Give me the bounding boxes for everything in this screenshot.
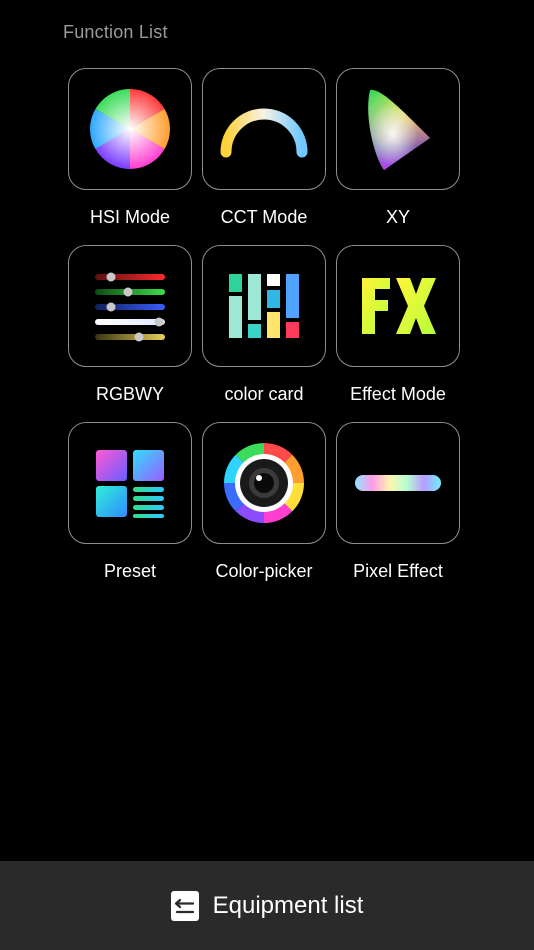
function-effect-mode[interactable]: Effect Mode bbox=[336, 245, 460, 422]
function-preset[interactable]: Preset bbox=[68, 422, 192, 599]
function-xy[interactable]: XY bbox=[336, 68, 460, 245]
function-tile[interactable] bbox=[68, 245, 192, 367]
pixel-strip-icon bbox=[355, 475, 441, 491]
rgbwy-sliders-icon bbox=[95, 272, 165, 342]
function-tile[interactable] bbox=[336, 245, 460, 367]
function-color-picker[interactable]: Color-picker bbox=[202, 422, 326, 599]
preset-grid-icon bbox=[96, 450, 164, 518]
function-tile[interactable] bbox=[336, 422, 460, 544]
function-tile[interactable] bbox=[336, 68, 460, 190]
function-tile[interactable] bbox=[68, 68, 192, 190]
function-tile[interactable] bbox=[202, 68, 326, 190]
fx-icon bbox=[362, 278, 436, 334]
function-rgbwy[interactable]: RGBWY bbox=[68, 245, 192, 422]
function-tile[interactable] bbox=[202, 245, 326, 367]
page-title: Function List bbox=[63, 22, 168, 42]
color-wheel-icon bbox=[90, 89, 170, 169]
color-temperature-arc-icon bbox=[220, 108, 308, 158]
function-tile[interactable] bbox=[68, 422, 192, 544]
color-picker-camera-icon bbox=[223, 443, 304, 523]
color-card-icon bbox=[229, 274, 299, 338]
function-label: XY bbox=[385, 207, 410, 227]
function-tile[interactable] bbox=[202, 422, 326, 544]
function-color-card[interactable]: color card bbox=[202, 245, 326, 422]
function-label: Effect Mode bbox=[350, 384, 446, 404]
equipment-list-label: Equipment list bbox=[212, 891, 364, 919]
list-return-icon bbox=[170, 890, 199, 921]
function-pixel-effect[interactable]: Pixel Effect bbox=[336, 422, 460, 599]
cie-gamut-icon bbox=[368, 89, 430, 170]
equipment-list-button[interactable]: Equipment list bbox=[0, 861, 534, 950]
function-hsi-mode[interactable]: HSI Mode bbox=[68, 68, 192, 245]
function-grid: HSI Mode CCT Mode XY RGBWY color card Ef… bbox=[68, 68, 462, 599]
function-cct-mode[interactable]: CCT Mode bbox=[202, 68, 326, 245]
function-label: Pixel Effect bbox=[353, 561, 443, 581]
